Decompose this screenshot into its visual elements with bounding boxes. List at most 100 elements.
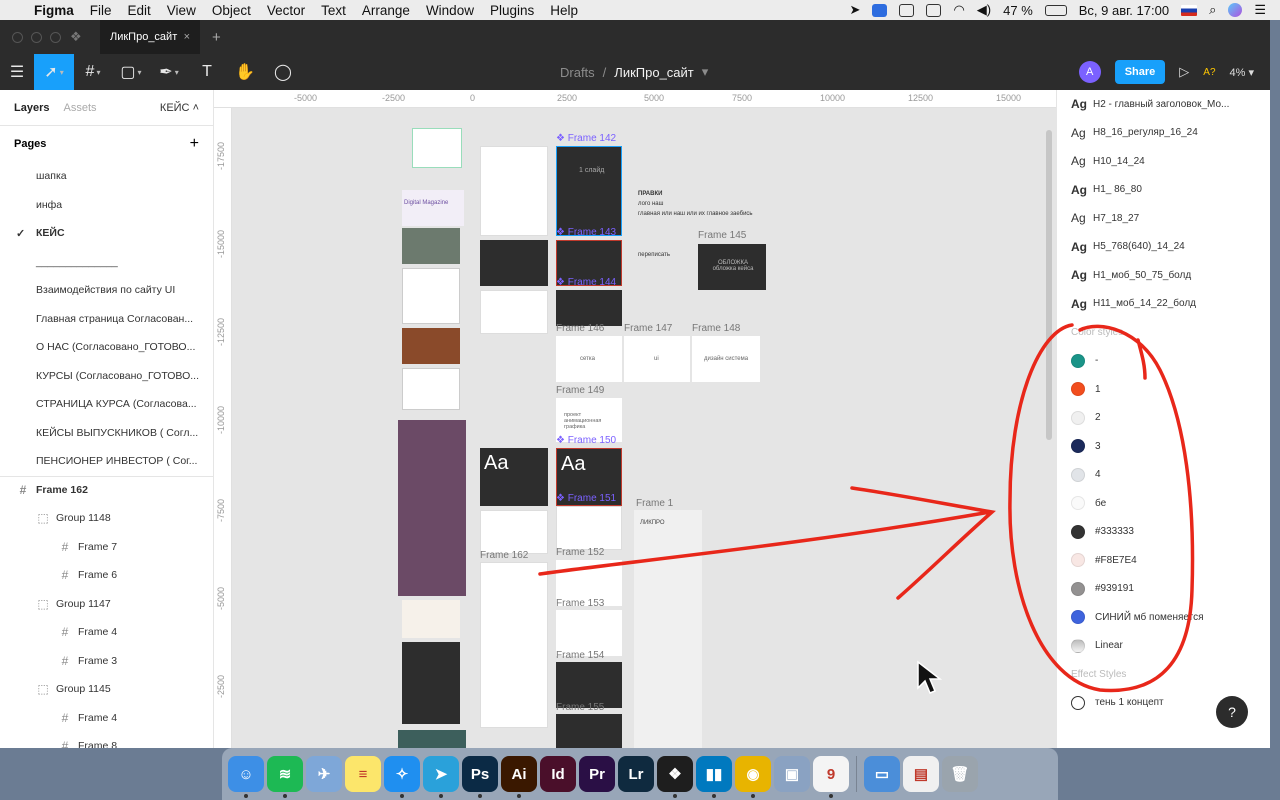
artboard-dark[interactable]: [402, 642, 460, 724]
layer-item[interactable]: # Frame 4: [0, 704, 213, 733]
note-main[interactable]: главная или наш или их главное заебись: [638, 211, 753, 217]
frame-1[interactable]: ЛИКПРО: [634, 510, 702, 748]
menu-view[interactable]: View: [159, 3, 204, 18]
artboard-beige[interactable]: [402, 600, 460, 638]
color-style-item[interactable]: #F8E7E4: [1057, 546, 1270, 575]
share-button[interactable]: Share: [1114, 60, 1166, 84]
layer-item[interactable]: ⬚ Group 1148: [0, 504, 213, 533]
page-item[interactable]: ✓ КЕЙС: [0, 219, 213, 248]
dock-app-lightroom-icon[interactable]: Lr: [618, 756, 654, 792]
note-logo[interactable]: лого наш: [638, 201, 663, 207]
color-style-item[interactable]: 4: [1057, 461, 1270, 490]
clock[interactable]: Вс, 9 авг. 17:00: [1079, 3, 1169, 18]
text-style-item[interactable]: Ag H8_16_регуляр_16_24: [1057, 119, 1270, 148]
move-tool-icon[interactable]: ➚ ▾: [34, 54, 74, 90]
menu-app-name[interactable]: Figma: [26, 3, 82, 18]
wifi-icon[interactable]: ◠: [953, 2, 964, 18]
text-style-item[interactable]: Ag H7_18_27: [1057, 204, 1270, 233]
tab-layers[interactable]: Layers: [14, 102, 49, 114]
canvas-scrollbar[interactable]: [1046, 130, 1052, 440]
dock-app-figma-icon[interactable]: ❖: [657, 756, 693, 798]
frame-151-label[interactable]: ❖ Frame 151: [556, 493, 616, 504]
layer-item[interactable]: # Frame 3: [0, 647, 213, 676]
artboard-landscape[interactable]: [402, 228, 460, 264]
text-style-item[interactable]: Ag H11_моб_14_22_болд: [1057, 290, 1270, 319]
frame-146[interactable]: сетка: [556, 336, 622, 382]
note-perepisat[interactable]: переписать: [638, 252, 670, 258]
menu-vector[interactable]: Vector: [259, 3, 313, 18]
battery-icon[interactable]: [1044, 4, 1067, 16]
frame-153-label[interactable]: Frame 153: [556, 598, 604, 609]
color-style-item[interactable]: #333333: [1057, 518, 1270, 547]
menu-plugins[interactable]: Plugins: [482, 3, 542, 18]
menu-file[interactable]: File: [82, 3, 120, 18]
text-style-item[interactable]: Ag H1_ 86_80: [1057, 176, 1270, 205]
frame-146-label[interactable]: Frame 146: [556, 323, 604, 334]
frame-162[interactable]: [480, 562, 548, 728]
artboard-white-2[interactable]: [480, 290, 548, 334]
page-item[interactable]: КУРСЫ (Согласовано_ГОТОВО...: [0, 362, 213, 391]
artboard-aa-1[interactable]: Aa: [480, 448, 548, 506]
frame-142-label[interactable]: ❖ Frame 142: [556, 133, 616, 144]
page-item[interactable]: О НАС (Согласовано_ГОТОВО...: [0, 333, 213, 362]
layer-item[interactable]: # Frame 7: [0, 533, 213, 562]
flag-icon[interactable]: [1181, 4, 1198, 16]
spotlight-icon[interactable]: ⌕: [1209, 2, 1216, 18]
dock-app-illustrator-icon[interactable]: Ai: [501, 756, 537, 798]
frame-143-label[interactable]: ❖ Frame 143: [556, 227, 616, 238]
dock-app-preview-icon[interactable]: ✈: [306, 756, 342, 792]
missing-fonts-button[interactable]: A?: [1203, 67, 1215, 78]
menu-arrange[interactable]: Arrange: [354, 3, 418, 18]
text-tool-icon[interactable]: T: [188, 54, 226, 90]
dock-app-photoshop-icon[interactable]: Ps: [462, 756, 498, 798]
artboard-thumb[interactable]: [412, 128, 462, 168]
text-style-item[interactable]: Ag H1_моб_50_75_болд: [1057, 261, 1270, 290]
dock-app-safari-icon[interactable]: ✧: [384, 756, 420, 798]
artboard-portrait[interactable]: [402, 368, 460, 410]
drafts-link[interactable]: Drafts: [560, 65, 595, 80]
page-item[interactable]: ______________: [0, 248, 213, 277]
layer-item[interactable]: ⬚ Group 1147: [0, 590, 213, 619]
dock-app-trello-icon[interactable]: ▮▮: [696, 756, 732, 798]
main-menu-icon[interactable]: ☰: [0, 54, 34, 90]
canvas[interactable]: -5000 -2500 0 2500 5000 7500 10000 12500 15000 -…: [214, 90, 1056, 748]
shape-tool-icon[interactable]: ▢ ▾: [112, 54, 150, 90]
help-button[interactable]: ?: [1216, 696, 1248, 728]
display-icon[interactable]: [899, 3, 915, 17]
file-tab[interactable]: ЛикПро_сайт ×: [100, 20, 200, 54]
tab-assets[interactable]: Assets: [63, 102, 96, 114]
close-window-button[interactable]: [12, 31, 23, 43]
present-icon[interactable]: ▷: [1179, 64, 1189, 80]
file-name[interactable]: ЛикПро_сайт: [614, 65, 693, 80]
frame-144-label[interactable]: ❖ Frame 144: [556, 277, 616, 288]
note-pravki[interactable]: ПРАВКИ: [638, 191, 662, 197]
artboard-hero[interactable]: [480, 146, 548, 236]
zoom-level[interactable]: 4% ▾: [1230, 66, 1254, 79]
dock-app-photos-icon[interactable]: ▣: [774, 756, 810, 792]
dock-app-spotify-icon[interactable]: ≋: [267, 756, 303, 798]
menu-object[interactable]: Object: [204, 3, 259, 18]
layer-item[interactable]: # Frame 8: [0, 732, 213, 748]
menu-window[interactable]: Window: [418, 3, 482, 18]
volume-icon[interactable]: ◀): [977, 2, 991, 18]
artboard-orange[interactable]: [402, 328, 460, 364]
page-item[interactable]: КЕЙСЫ ВЫПУСКНИКОВ ( Согл...: [0, 419, 213, 448]
frame-149-label[interactable]: Frame 149: [556, 385, 604, 396]
page-item[interactable]: СТРАНИЦА КУРСА (Согласова...: [0, 390, 213, 419]
artboard-purple[interactable]: [398, 420, 466, 596]
dock-app-trash-icon[interactable]: 🗑: [942, 756, 978, 792]
page-item[interactable]: Взаимодействия по сайту UI: [0, 276, 213, 305]
frame-142[interactable]: 1 слайд: [556, 146, 622, 236]
color-style-item[interactable]: #939191: [1057, 575, 1270, 604]
frame-152-label[interactable]: Frame 152: [556, 547, 604, 558]
menu-edit[interactable]: Edit: [120, 3, 159, 18]
frame-tool-icon[interactable]: # ▾: [74, 54, 112, 90]
pen-tool-icon[interactable]: ✒ ▾: [150, 54, 188, 90]
frame-145[interactable]: ОБЛОЖКА обложка кейса: [698, 244, 766, 290]
frame-162-label[interactable]: Frame 162: [480, 550, 528, 561]
hand-tool-icon[interactable]: ✋: [226, 54, 264, 90]
text-style-item[interactable]: Ag H5_768(640)_14_24: [1057, 233, 1270, 262]
menu-help[interactable]: Help: [542, 3, 586, 18]
frame-144[interactable]: [556, 290, 622, 326]
figma-home-icon[interactable]: ❖: [70, 29, 100, 45]
